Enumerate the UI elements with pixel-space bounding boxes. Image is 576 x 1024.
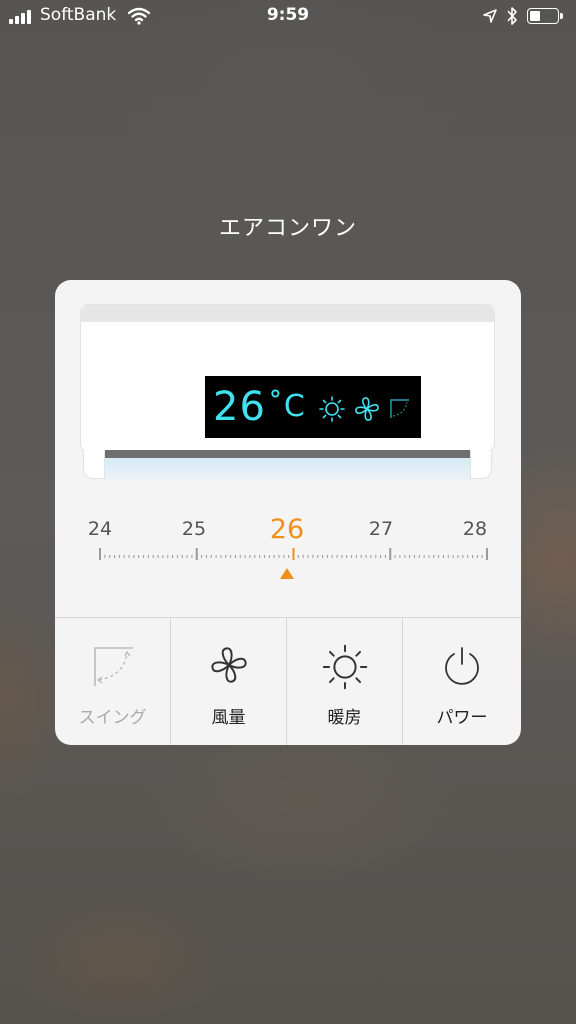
fan-icon: [210, 647, 247, 683]
fan-icon: [355, 397, 379, 421]
swing-icon: [93, 647, 133, 686]
slider-label-28: 28: [462, 518, 488, 540]
slider-label-25: 25: [181, 518, 207, 540]
ac-display: 26˚C: [205, 376, 421, 438]
heating-button[interactable]: 暖房: [287, 618, 403, 745]
power-icon: [445, 647, 479, 685]
battery-icon: [527, 8, 563, 24]
power-button[interactable]: パワー: [404, 618, 520, 745]
slider-label-26-active: 26: [269, 514, 305, 545]
temperature-slider[interactable]: 24 25 26 27 28: [55, 510, 521, 590]
ac-unit-illustration: 26˚C: [80, 304, 495, 480]
sun-icon: [322, 644, 367, 690]
heating-label: 暖房: [327, 708, 362, 728]
swing-icon: [390, 399, 409, 418]
fan-speed-button[interactable]: 風量: [171, 618, 287, 745]
device-title: エアコンワン: [218, 216, 357, 241]
slider-label-27: 27: [368, 518, 394, 540]
status-bar: SoftBank 9:59: [0, 0, 576, 34]
power-label: パワー: [436, 708, 488, 728]
fan-speed-label: 風量: [211, 708, 246, 728]
bluetooth-icon: [507, 7, 517, 25]
swing-label: スイング: [78, 708, 147, 728]
location-arrow-icon: [483, 9, 497, 23]
display-temperature: 26˚C: [213, 384, 306, 430]
slider-pointer-icon[interactable]: [280, 568, 294, 579]
swing-button[interactable]: スイング: [55, 618, 171, 745]
sun-icon: [319, 396, 345, 422]
control-buttons: スイング 風量 暖房 パワー: [55, 617, 521, 745]
slider-ticks: [99, 548, 488, 560]
slider-label-24: 24: [87, 518, 113, 540]
ac-control-card: 26˚C 24 25 26 27 28 スイング 風量 暖房 パワー: [55, 280, 521, 745]
